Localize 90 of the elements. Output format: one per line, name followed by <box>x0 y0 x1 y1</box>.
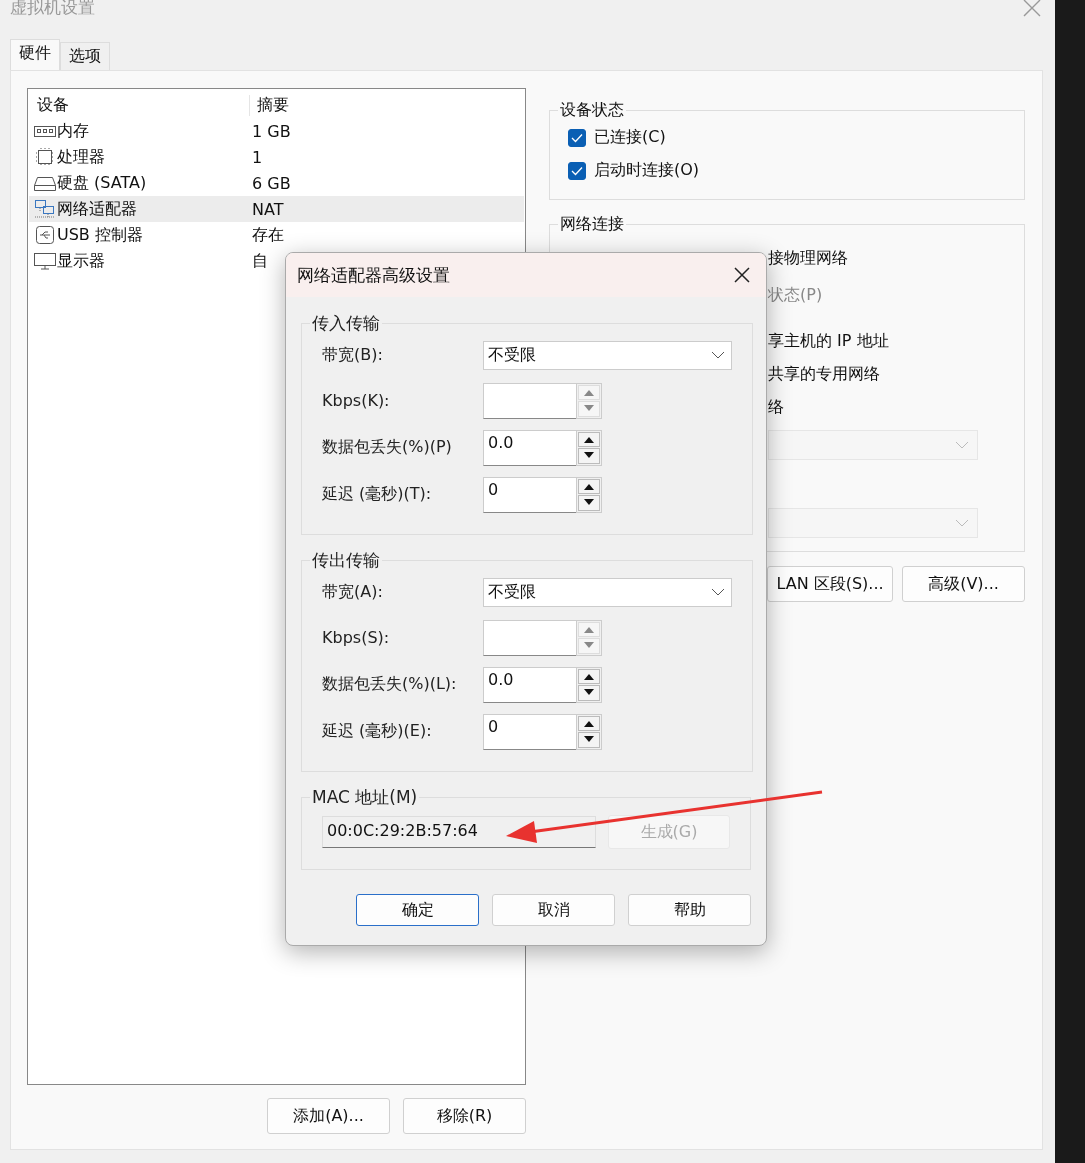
dropdown[interactable]: 不受限 <box>483 340 732 370</box>
monitor-icon <box>33 251 57 271</box>
device-summary: 1 GB <box>252 121 292 141</box>
dialog-button[interactable]: 确定 <box>356 894 479 926</box>
option-label: 共享的专用网络 <box>768 363 880 385</box>
device-row[interactable]: 处理器 1 <box>29 144 524 170</box>
device-name: 处理器 <box>57 146 106 168</box>
checkbox[interactable] <box>568 161 586 180</box>
field-label: Kbps(S): <box>322 628 391 647</box>
spin-up-button[interactable] <box>578 478 600 494</box>
network-icon <box>33 199 57 219</box>
dialog-button[interactable]: 帮助 <box>628 894 751 926</box>
device-row[interactable]: 内存 1 GB <box>29 118 524 144</box>
up-triangle-icon <box>583 672 595 680</box>
caret-icon <box>711 588 725 596</box>
number-field[interactable]: 0 <box>483 713 576 750</box>
option-label: 络 <box>768 396 784 418</box>
usb-icon <box>33 225 57 245</box>
device-name: USB 控制器 <box>57 224 144 246</box>
dialog-button[interactable]: 取消 <box>492 894 615 926</box>
number-field[interactable]: 0.0 <box>483 666 576 703</box>
spin-down-button[interactable] <box>578 495 600 511</box>
down-triangle-icon <box>583 499 595 507</box>
dropdown[interactable]: 不受限 <box>483 577 732 607</box>
up-triangle-icon <box>583 435 595 443</box>
up-triangle-icon <box>583 625 595 633</box>
group-title: 传入传输 <box>311 312 381 335</box>
option-label: 状态(P) <box>768 284 823 306</box>
checkbox-label[interactable]: 已连接(C) <box>594 127 666 148</box>
checkmark-icon <box>571 165 583 176</box>
field-label: 数据包丢失(%)(L): <box>322 674 458 695</box>
device-summary: 存在 <box>252 224 285 246</box>
column-header[interactable]: 设备 <box>29 94 250 116</box>
list-button[interactable]: 添加(A)... <box>267 1098 390 1134</box>
device-name: 网络适配器 <box>57 198 138 220</box>
device-summary: 6 GB <box>252 173 292 193</box>
group-title: 网络连接 <box>559 214 625 235</box>
device-name: 显示器 <box>57 250 106 272</box>
spin-up-button[interactable] <box>578 668 600 684</box>
down-triangle-icon <box>583 689 595 697</box>
device-summary: 1 <box>252 147 264 167</box>
up-triangle-icon <box>583 719 595 727</box>
action-button[interactable]: 高级(V)... <box>902 566 1025 602</box>
group-title: 传出传输 <box>311 549 381 572</box>
field-label: 带宽(A): <box>322 581 384 603</box>
device-row[interactable]: 硬盘 (SATA) 6 GB <box>29 170 524 196</box>
spin-down-button[interactable] <box>578 685 600 701</box>
field-label: 数据包丢失(%)(P) <box>322 437 453 458</box>
column-header[interactable]: 摘要 <box>250 94 524 116</box>
device-name: 硬盘 (SATA) <box>57 172 148 194</box>
group-title: MAC 地址(M) <box>311 786 419 809</box>
number-field[interactable]: 0 <box>483 476 576 513</box>
option-label: 接物理网络 <box>768 247 848 269</box>
field-label: Kbps(K): <box>322 391 391 410</box>
number-field[interactable] <box>483 382 576 419</box>
field-label: 延迟 (毫秒)(E): <box>322 721 433 742</box>
list-button[interactable]: 移除(R) <box>403 1098 526 1134</box>
dialog-title: 网络适配器高级设置 <box>297 263 450 287</box>
option-label: 享主机的 IP 地址 <box>768 330 889 352</box>
down-triangle-icon <box>583 736 595 744</box>
device-summary: NAT <box>252 199 285 219</box>
down-triangle-icon <box>583 642 595 650</box>
down-triangle-icon <box>583 452 595 460</box>
device-summary: 自 <box>252 250 269 272</box>
up-triangle-icon <box>583 482 595 490</box>
close-icon[interactable] <box>734 267 750 283</box>
tab[interactable]: 选项 <box>60 42 110 70</box>
device-row[interactable]: USB 控制器 存在 <box>29 222 524 248</box>
tab[interactable]: 硬件 <box>10 39 60 70</box>
number-field[interactable]: 0.0 <box>483 429 576 466</box>
device-name: 内存 <box>57 120 90 142</box>
field-label: 延迟 (毫秒)(T): <box>322 484 433 505</box>
spin-down-button[interactable] <box>578 732 600 748</box>
group-title: 设备状态 <box>559 100 625 121</box>
spin-down-button[interactable] <box>578 448 600 464</box>
spin-up-button[interactable] <box>578 715 600 731</box>
caret-icon <box>955 519 969 527</box>
caret-icon <box>955 441 969 449</box>
down-triangle-icon <box>583 405 595 413</box>
action-button[interactable]: LAN 区段(S)... <box>767 566 893 602</box>
field-label: 带宽(B): <box>322 344 384 366</box>
checkbox[interactable] <box>568 128 586 147</box>
mac-address-field[interactable]: 00:0C:29:2B:57:64 <box>322 816 596 848</box>
checkmark-icon <box>571 132 583 143</box>
device-row[interactable]: 网络适配器 NAT <box>29 196 524 222</box>
caret-icon <box>711 351 725 359</box>
number-field[interactable] <box>483 619 576 656</box>
up-triangle-icon <box>583 388 595 396</box>
spin-up-button[interactable] <box>578 431 600 447</box>
checkbox-label[interactable]: 启动时连接(O) <box>594 160 700 181</box>
